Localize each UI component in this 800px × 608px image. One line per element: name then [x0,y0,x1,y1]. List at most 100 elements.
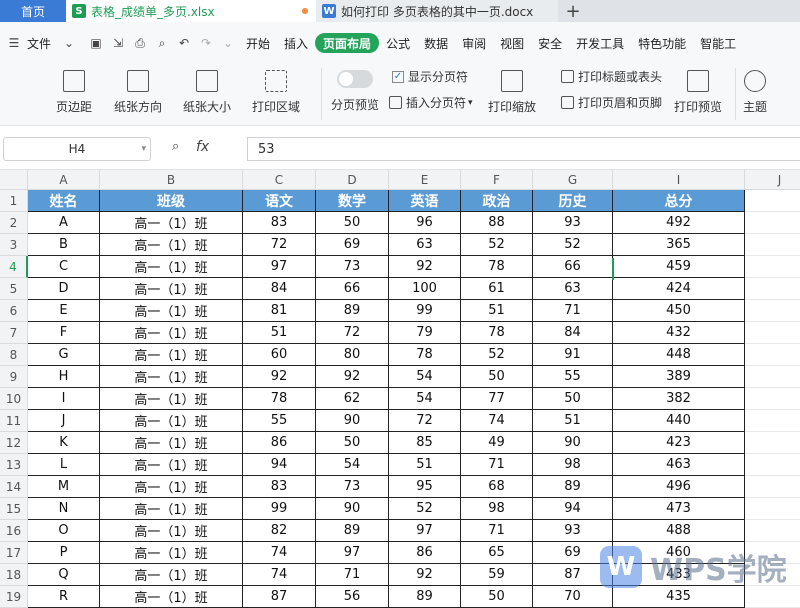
empty-cell[interactable] [745,498,800,520]
table-cell[interactable]: 97 [389,520,461,542]
table-cell[interactable]: 488 [613,520,745,542]
table-cell[interactable]: 81 [243,300,316,322]
empty-cell[interactable] [745,388,800,410]
redo-icon[interactable]: ↷ [198,35,214,51]
table-cell[interactable]: 459 [613,256,745,278]
table-cell[interactable]: 72 [316,322,389,344]
menu-file[interactable]: 文件 [25,33,58,53]
select-all-corner[interactable] [0,170,28,190]
menu-developer[interactable]: 开发工具 [569,33,631,53]
row-header-17[interactable]: 17 [0,542,28,564]
table-cell[interactable]: 高一（1）班 [100,542,243,564]
export-icon[interactable]: ⇲ [110,35,126,51]
menu-data[interactable]: 数据 [417,33,455,53]
table-cell[interactable]: 95 [389,476,461,498]
table-cell[interactable]: 63 [389,234,461,256]
table-cell[interactable]: 94 [533,498,613,520]
table-cell[interactable]: 高一（1）班 [100,410,243,432]
table-cell[interactable]: 92 [389,564,461,586]
table-cell[interactable]: 66 [533,256,613,278]
header-cell[interactable]: 政治 [461,190,533,212]
table-cell[interactable]: 496 [613,476,745,498]
column-header-a[interactable]: A [28,170,100,190]
menu-smart-tools[interactable]: 智能工 [693,33,743,53]
table-cell[interactable]: 高一（1）班 [100,388,243,410]
table-cell[interactable]: 79 [389,322,461,344]
table-cell[interactable]: 96 [389,212,461,234]
table-cell[interactable]: 52 [461,344,533,366]
table-cell[interactable]: 86 [389,542,461,564]
table-cell[interactable]: 77 [461,388,533,410]
table-cell[interactable]: 78 [243,388,316,410]
table-cell[interactable]: H [28,366,100,388]
table-cell[interactable]: 51 [243,322,316,344]
table-cell[interactable]: 90 [316,498,389,520]
table-cell[interactable]: 71 [316,564,389,586]
row-header-9[interactable]: 9 [0,366,28,388]
insert-page-break-button[interactable]: 插入分页符 ▾ [389,94,473,111]
row-header-6[interactable]: 6 [0,300,28,322]
formula-input[interactable]: 53 [247,137,800,161]
theme-button[interactable]: 主题 [743,70,767,115]
table-cell[interactable]: 高一（1）班 [100,278,243,300]
table-cell[interactable]: 74 [243,564,316,586]
save-icon[interactable]: ▣ [88,35,104,51]
table-cell[interactable]: 90 [316,410,389,432]
header-cell[interactable]: 总分 [613,190,745,212]
empty-cell[interactable] [745,432,800,454]
table-cell[interactable]: 69 [316,234,389,256]
table-cell[interactable]: 86 [243,432,316,454]
table-cell[interactable]: 432 [613,322,745,344]
table-cell[interactable]: 59 [461,564,533,586]
table-cell[interactable]: 50 [316,212,389,234]
table-cell[interactable]: E [28,300,100,322]
chevron-down-icon[interactable]: ▾ [141,144,146,154]
table-cell[interactable]: 84 [243,278,316,300]
empty-cell[interactable] [745,212,800,234]
table-cell[interactable]: 68 [461,476,533,498]
paper-size-button[interactable]: 纸张大小 [183,70,231,115]
table-cell[interactable]: 85 [389,432,461,454]
column-header-c[interactable]: C [243,170,316,190]
table-cell[interactable]: 473 [613,498,745,520]
print-area-button[interactable]: 打印区域 [252,70,300,115]
column-header-f[interactable]: F [461,170,533,190]
table-cell[interactable]: 54 [389,388,461,410]
header-cell[interactable]: 语文 [243,190,316,212]
row-header-11[interactable]: 11 [0,410,28,432]
row-header-19[interactable]: 19 [0,586,28,608]
table-cell[interactable]: 50 [316,432,389,454]
table-cell[interactable]: 49 [461,432,533,454]
menu-page-layout[interactable]: 页面布局 [315,33,380,53]
undo-icon[interactable]: ↶ [176,35,192,51]
margins-button[interactable]: 页边距 [56,70,92,115]
table-cell[interactable]: 74 [461,410,533,432]
table-cell[interactable]: 423 [613,432,745,454]
table-cell[interactable]: 51 [533,410,613,432]
table-cell[interactable]: R [28,586,100,608]
menu-view[interactable]: 视图 [493,33,531,53]
spreadsheet-grid[interactable]: A B C D E F G I J 1 姓名 班级 语文 数学 英语 政治 历史 总分 2 A 高一（1）班 83 50 96… [0,170,800,608]
table-cell[interactable]: 389 [613,366,745,388]
table-cell[interactable]: 61 [461,278,533,300]
table-cell[interactable]: 66 [316,278,389,300]
table-cell[interactable]: 高一（1）班 [100,564,243,586]
empty-cell[interactable] [745,366,800,388]
table-cell[interactable]: M [28,476,100,498]
column-header-i[interactable]: I [613,170,745,190]
table-cell[interactable]: 63 [533,278,613,300]
table-cell[interactable]: 450 [613,300,745,322]
table-cell[interactable]: 78 [461,256,533,278]
table-cell[interactable]: 89 [389,586,461,608]
table-cell[interactable]: 71 [461,454,533,476]
table-cell[interactable]: A [28,212,100,234]
row-header-10[interactable]: 10 [0,388,28,410]
table-cell[interactable]: 91 [533,344,613,366]
table-cell[interactable]: 高一（1）班 [100,476,243,498]
table-cell[interactable]: 73 [316,256,389,278]
table-cell[interactable]: 440 [613,410,745,432]
menu-home[interactable]: 开始 [239,33,277,53]
table-cell[interactable]: 89 [316,300,389,322]
empty-cell[interactable] [745,344,800,366]
hamburger-icon[interactable]: ☰ [6,35,22,51]
